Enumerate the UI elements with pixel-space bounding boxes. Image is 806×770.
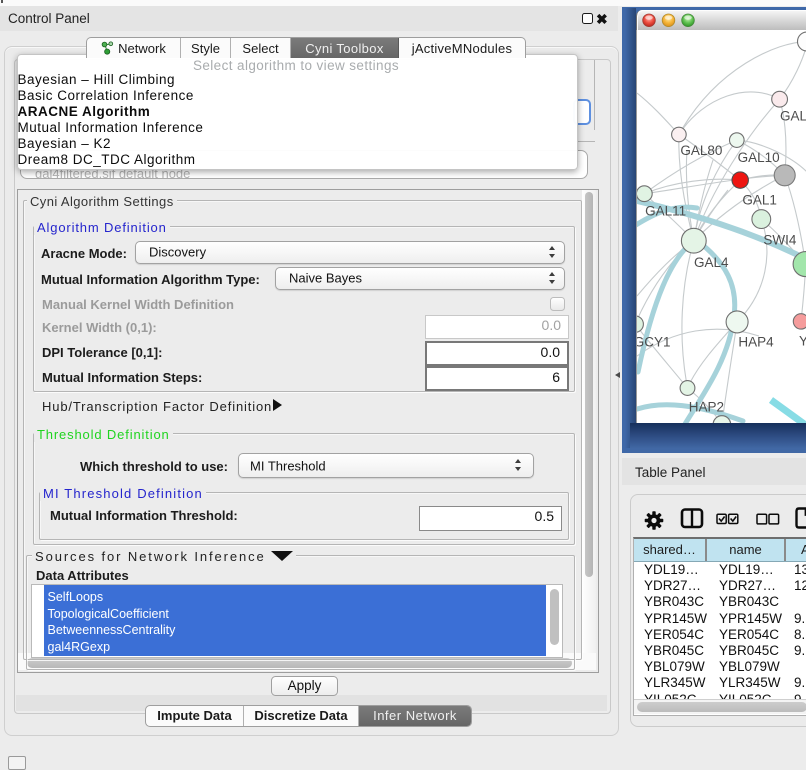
svg-text:GAL10: GAL10 — [738, 150, 780, 165]
svg-text:HAP2: HAP2 — [689, 399, 724, 414]
svg-text:HAP4: HAP4 — [738, 335, 774, 350]
svg-text:GAL4: GAL4 — [694, 255, 729, 270]
svg-text:GCY1: GCY1 — [637, 335, 671, 350]
svg-text:GAL11: GAL11 — [645, 203, 686, 218]
svg-text:GAL: GAL — [780, 108, 806, 123]
svg-text:GAL80: GAL80 — [680, 143, 722, 158]
svg-text:Y: Y — [799, 333, 806, 348]
svg-text:GAL1: GAL1 — [742, 193, 777, 208]
svg-text:SWI4: SWI4 — [763, 233, 796, 248]
